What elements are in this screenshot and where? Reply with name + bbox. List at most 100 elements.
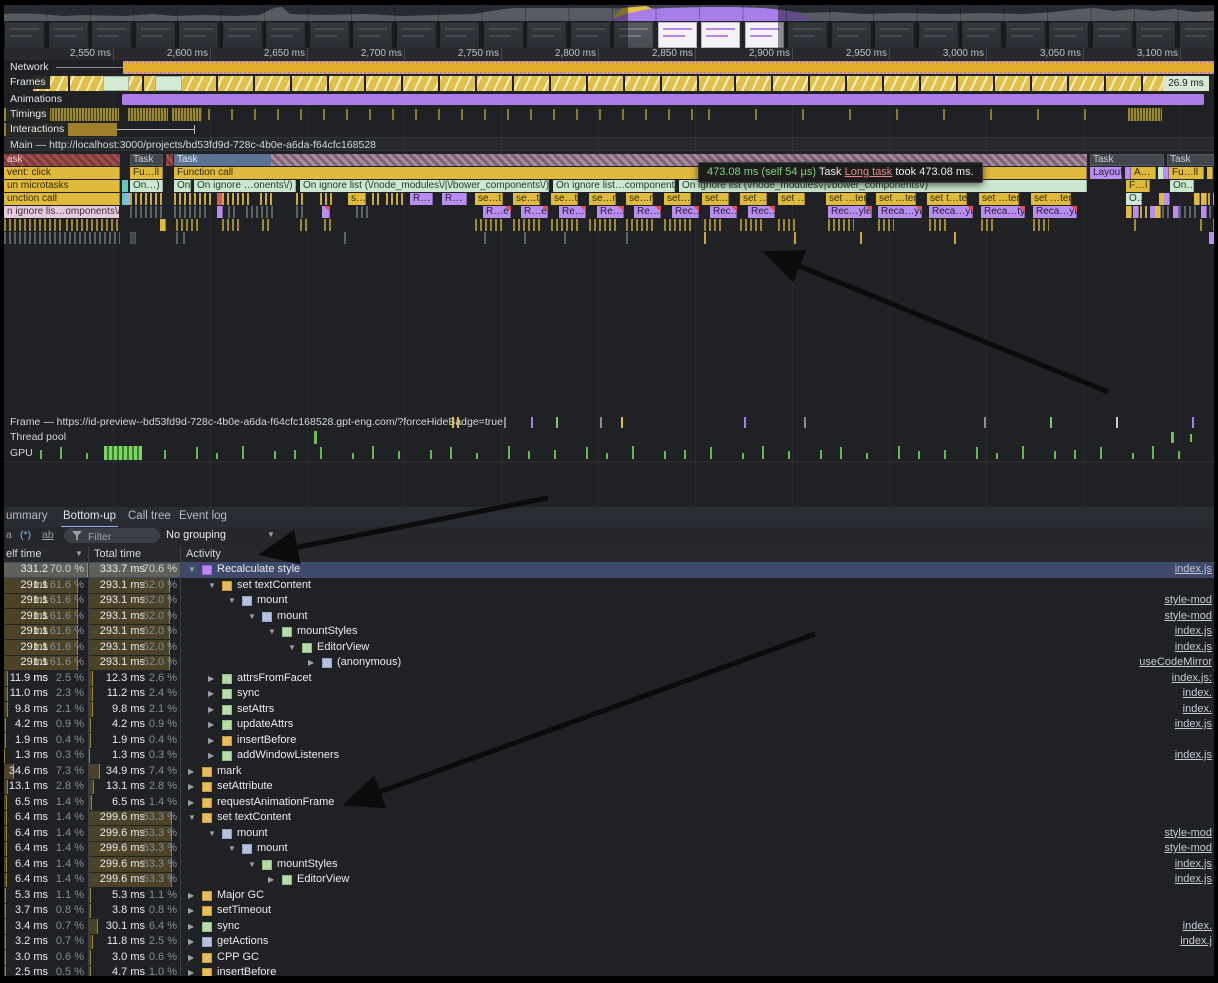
- filmstrip-frame[interactable]: [658, 22, 697, 48]
- flame-bar[interactable]: On ignore list…components\/): [553, 180, 675, 192]
- activity-label[interactable]: sync: [217, 919, 240, 935]
- flame-bar[interactable]: [794, 232, 796, 244]
- flame-bar[interactable]: [929, 219, 949, 231]
- source-link[interactable]: index.js: [1175, 748, 1212, 764]
- frame-duration-badge[interactable]: 26.9 ms: [1163, 76, 1209, 91]
- flame-bar[interactable]: [174, 206, 208, 218]
- flame-bar[interactable]: [296, 193, 306, 205]
- flame-bar[interactable]: On…): [130, 180, 163, 192]
- flame-bar[interactable]: [704, 232, 706, 244]
- flame-bar[interactable]: On…): [1170, 180, 1194, 192]
- expand-closed-icon[interactable]: ▶: [188, 795, 194, 811]
- tab-bottom-up[interactable]: Bottom-up: [61, 507, 118, 528]
- track-frames[interactable]: 26.9 ms Frames: [4, 75, 1214, 93]
- table-row[interactable]: 291.1 ms61.6 %293.1 ms62.0 %▶(anonymous)…: [4, 655, 1214, 671]
- flame-bar[interactable]: On…): [174, 180, 191, 192]
- flame-bar[interactable]: [1207, 167, 1213, 179]
- flame-bar[interactable]: [513, 219, 541, 231]
- filmstrip-frame[interactable]: [701, 22, 740, 48]
- flame-bar[interactable]: Fu…ll: [130, 167, 163, 179]
- flame-bar[interactable]: Reca…yle: [929, 206, 973, 218]
- expand-open-icon[interactable]: ▼: [208, 826, 216, 842]
- expand-open-icon[interactable]: ▼: [288, 640, 296, 656]
- table-row[interactable]: 5.3 ms1.1 %5.3 ms1.1 %▶Major GC: [4, 888, 1214, 904]
- flame-bar[interactable]: [1133, 206, 1139, 218]
- flame-bar[interactable]: [954, 232, 956, 244]
- flame-bar[interactable]: unction call: [4, 193, 120, 205]
- source-link[interactable]: index.js:: [1172, 671, 1212, 687]
- flame-bar[interactable]: [878, 219, 894, 231]
- activity-label[interactable]: setAttrs: [237, 702, 274, 718]
- source-link[interactable]: index.js: [1175, 562, 1212, 578]
- chevron-down-icon[interactable]: ▼: [267, 530, 275, 539]
- table-row[interactable]: 13.1 ms2.8 %13.1 ms2.8 %▶setAttribute: [4, 779, 1214, 795]
- expand-closed-icon[interactable]: ▶: [208, 748, 214, 764]
- flame-bar[interactable]: R…e: [521, 206, 548, 218]
- expand-closed-icon[interactable]: ▶: [188, 950, 194, 966]
- table-row[interactable]: 6.5 ms1.4 %6.5 ms1.4 %▶requestAnimationF…: [4, 795, 1214, 811]
- activity-label[interactable]: (anonymous): [337, 655, 401, 671]
- flame-bar[interactable]: [176, 219, 198, 231]
- source-link[interactable]: index.js: [1175, 624, 1212, 640]
- expand-open-icon[interactable]: ▼: [188, 562, 196, 578]
- flame-bar[interactable]: [1126, 206, 1132, 218]
- network-requests-band[interactable]: [123, 61, 1214, 74]
- frame-idle-block[interactable]: [103, 76, 129, 91]
- flame-bar[interactable]: [1155, 206, 1161, 218]
- flame-bar[interactable]: set …tent: [1031, 193, 1071, 205]
- flame-bar[interactable]: s…t: [348, 193, 366, 205]
- expand-open-icon[interactable]: ▼: [268, 624, 276, 640]
- activity-label[interactable]: attrsFromFacet: [237, 671, 312, 687]
- regex-icon[interactable]: (*): [20, 529, 31, 541]
- flame-bar[interactable]: On ignore …onents\/): [194, 180, 296, 192]
- expand-closed-icon[interactable]: ▶: [208, 686, 214, 702]
- flame-bar[interactable]: [1200, 219, 1203, 231]
- column-total-time[interactable]: Total time: [94, 546, 141, 562]
- flame-bar[interactable]: [222, 219, 242, 231]
- activity-label[interactable]: Major GC: [217, 888, 264, 904]
- source-link[interactable]: style-mod: [1164, 609, 1212, 625]
- activity-label[interactable]: setTimeout: [217, 903, 271, 919]
- source-link[interactable]: style-mod: [1164, 841, 1212, 857]
- activity-label[interactable]: getActions: [217, 934, 268, 950]
- table-row[interactable]: 6.4 ms1.4 %299.6 ms63.3 %▼set textConten…: [4, 810, 1214, 826]
- flame-bar[interactable]: [322, 206, 330, 218]
- activity-label[interactable]: requestAnimationFrame: [217, 795, 334, 811]
- expand-closed-icon[interactable]: ▶: [208, 717, 214, 733]
- expand-closed-icon[interactable]: ▶: [268, 872, 274, 888]
- main-thread-header[interactable]: Main — http://localhost:3000/projects/bd…: [4, 137, 1214, 151]
- table-row[interactable]: 291.1 ms61.6 %293.1 ms62.0 %▼mountstyle-…: [4, 609, 1214, 625]
- table-row[interactable]: 9.8 ms2.1 %9.8 ms2.1 %▶setAttrsindex.: [4, 702, 1214, 718]
- flame-bar[interactable]: se…nt: [626, 193, 653, 205]
- table-row[interactable]: 1.3 ms0.3 %1.3 ms0.3 %▶addWindowListener…: [4, 748, 1214, 764]
- source-link[interactable]: index.: [1183, 702, 1212, 718]
- flame-bar[interactable]: Rec…le: [672, 206, 699, 218]
- timings-track-label[interactable]: Timings: [6, 108, 50, 121]
- flame-bar[interactable]: Reca…tyle: [981, 206, 1025, 218]
- column-self-time[interactable]: elf time: [6, 546, 41, 562]
- flame-bar[interactable]: se…nt: [589, 193, 616, 205]
- flame-bar[interactable]: set …tent: [876, 193, 916, 205]
- table-row[interactable]: 3.4 ms0.7 %30.1 ms6.4 %▶syncindex.: [4, 919, 1214, 935]
- flame-bar[interactable]: [66, 219, 120, 231]
- flame-bar[interactable]: un microtasks: [4, 180, 120, 192]
- activity-label[interactable]: mountStyles: [277, 857, 338, 873]
- source-link[interactable]: index.j: [1180, 934, 1212, 950]
- activity-label[interactable]: Recalculate style: [217, 562, 300, 578]
- table-row[interactable]: 34.6 ms7.3 %34.9 ms7.4 %▶mark: [4, 764, 1214, 780]
- track-interactions[interactable]: Interactions: [4, 122, 1214, 138]
- flame-bar[interactable]: [4, 232, 120, 244]
- long-task-link[interactable]: Long task: [845, 166, 893, 178]
- flame-bar[interactable]: [217, 206, 223, 218]
- flame-bar[interactable]: Layout: [1090, 167, 1122, 179]
- expand-closed-icon[interactable]: ▶: [188, 934, 194, 950]
- flame-bar[interactable]: [1140, 206, 1148, 218]
- activity-label[interactable]: set textContent: [217, 810, 291, 826]
- flame-bar[interactable]: [1179, 206, 1197, 218]
- sort-descending-icon[interactable]: ▼: [75, 546, 83, 562]
- flame-bar[interactable]: Rec…le: [710, 206, 737, 218]
- expand-closed-icon[interactable]: ▶: [188, 965, 194, 976]
- flame-bar[interactable]: [1164, 193, 1170, 205]
- flame-bar[interactable]: [704, 219, 724, 231]
- activity-label[interactable]: updateAttrs: [237, 717, 293, 733]
